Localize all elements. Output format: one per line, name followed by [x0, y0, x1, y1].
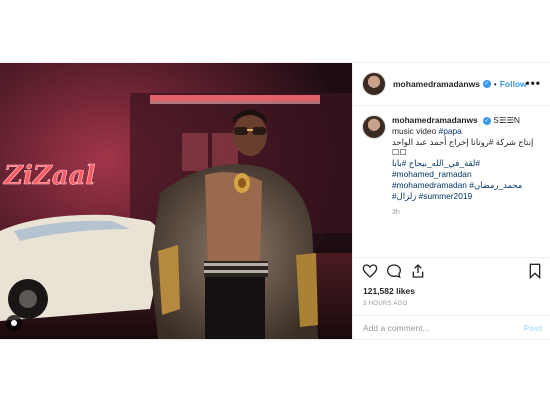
- caption-arabic-line: إنتاج شركة #روتانا إخراج أحمد عبد الواحد…: [392, 136, 534, 158]
- neon-sign: ZiZaal: [3, 161, 96, 191]
- hashtag-link[interactable]: #mohamedramadan: [392, 180, 467, 190]
- post-timestamp: 3 HOURS AGO: [363, 301, 408, 307]
- post-comment-button[interactable]: Post: [524, 323, 542, 333]
- post-header: mohamedramadanws ✓ • Follow •••: [353, 63, 550, 106]
- post-actions: 121,582 likes 3 HOURS AGO Add a comment.…: [353, 257, 550, 340]
- hashtag-link[interactable]: #زلزال: [392, 191, 416, 201]
- hashtag-link[interactable]: #mohamed_ramadan: [392, 169, 544, 180]
- more-options-icon[interactable]: •••: [525, 76, 541, 90]
- verified-icon: ✓: [482, 116, 491, 125]
- caption: mohamedramadanws ✓ S☰☰N music video #pap…: [362, 115, 544, 219]
- hashtag-link[interactable]: #لقة_في_الله_بيجاح #بابا: [392, 158, 544, 169]
- action-icons: [362, 263, 542, 281]
- hashtag-link[interactable]: #محمد_رمضان: [469, 180, 522, 190]
- caption-avatar[interactable]: [362, 115, 386, 139]
- dot-separator: •: [493, 79, 497, 89]
- post-sidebar: mohamedramadanws ✓ • Follow ••• mohamedr…: [352, 63, 550, 339]
- comment-box: Add a comment... Post: [353, 315, 550, 341]
- avatar[interactable]: [362, 72, 386, 96]
- likes-count[interactable]: 121,582 likes: [363, 286, 415, 296]
- hashtag-link[interactable]: #summer2019: [419, 191, 473, 201]
- comment-input[interactable]: Add a comment...: [363, 323, 430, 333]
- tag-people-icon[interactable]: [6, 315, 22, 331]
- bookmark-icon[interactable]: [528, 263, 542, 279]
- caption-username[interactable]: mohamedramadanws: [392, 115, 478, 125]
- heart-icon[interactable]: [362, 263, 378, 279]
- caption-time: 3h: [392, 209, 400, 217]
- post-photo: ZiZaal: [0, 63, 352, 339]
- author-username[interactable]: mohamedramadanws: [393, 79, 480, 89]
- follow-button[interactable]: Follow: [500, 79, 527, 89]
- hashtag-link: #زلزال #summer2019: [392, 191, 544, 202]
- comment-icon[interactable]: [386, 263, 402, 279]
- verified-icon: ✓: [482, 80, 491, 88]
- post-image[interactable]: ZiZaal: [0, 63, 352, 339]
- hashtag-link[interactable]: #papa: [439, 126, 462, 136]
- instagram-post: ZiZaal mohamedramadanws ✓ • Follow ••• m…: [0, 62, 550, 340]
- share-icon[interactable]: [410, 263, 426, 279]
